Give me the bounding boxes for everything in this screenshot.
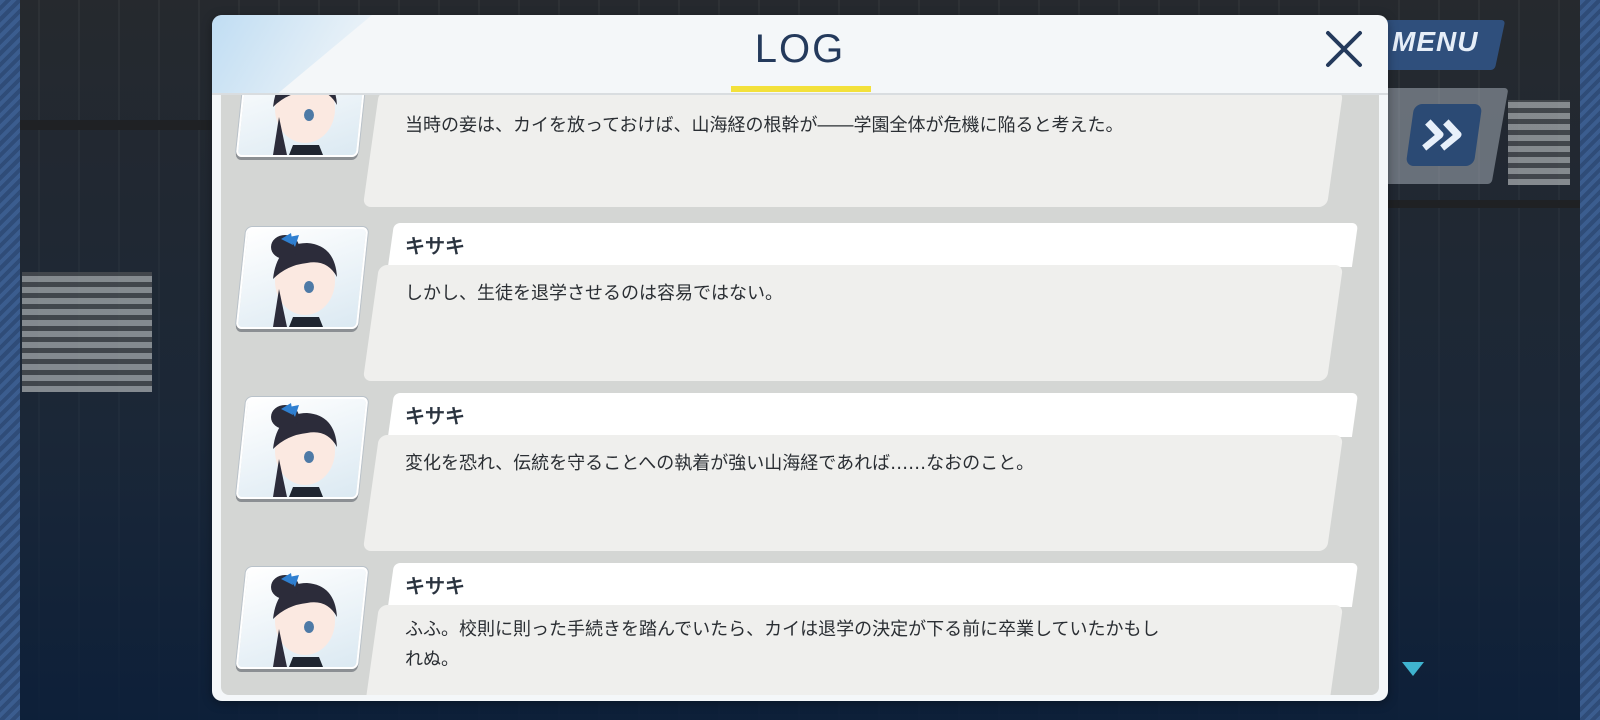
speaker-name-bar: [387, 223, 1359, 267]
speaker-avatar: [235, 567, 369, 669]
speaker-name: キサキ: [405, 574, 465, 598]
title-underline: [731, 86, 871, 92]
fast-forward-icon: [1422, 119, 1462, 151]
message-text: 当時の妾は、カイを放っておけば、山海経の根幹が――学園全体が危機に陥ると考えた。: [405, 115, 1124, 136]
warehouse-beam: [1380, 200, 1580, 208]
warehouse-window: [1508, 100, 1570, 185]
warehouse-beam: [20, 120, 220, 130]
speaker-name: キサキ: [405, 404, 465, 428]
log-list[interactable]: 当時の妾は、カイを放っておけば、山海経の根幹が――学園全体が危機に陥ると考えた。…: [221, 95, 1379, 695]
warehouse-window: [22, 272, 152, 392]
close-icon: [1326, 31, 1362, 67]
speaker-avatar: [235, 95, 369, 157]
speaker-name-bar: [387, 393, 1359, 437]
menu-label: MENU: [1392, 26, 1479, 57]
close-button[interactable]: [1322, 27, 1366, 71]
log-entry: 当時の妾は、カイを放っておけば、山海経の根幹が――学園全体が危機に陥ると考えた。: [221, 95, 1379, 215]
left-border-stripes: [0, 0, 20, 720]
message-text: ふふ。校則に則った手続きを踏んでいたら、カイは退学の決定が下る前に卒業していたか…: [405, 619, 1160, 670]
speaker-avatar: [235, 397, 369, 499]
fast-forward-button[interactable]: [1405, 104, 1483, 166]
speaker-name: キサキ: [405, 234, 465, 258]
log-entry: キサキ 変化を恐れ、伝統を守ることへの執着が強い山海経であれば……なおのこと。: [221, 393, 1379, 553]
speaker-avatar: [235, 227, 369, 329]
right-border-stripes: [1580, 0, 1600, 720]
message-text: 変化を恐れ、伝統を守ることへの執着が強い山海経であれば……なおのこと。: [405, 453, 1035, 474]
log-entry: キサキ しかし、生徒を退学させるのは容易ではない。: [221, 223, 1379, 383]
message-text: しかし、生徒を退学させるのは容易ではない。: [405, 283, 783, 304]
speaker-name-bar: [387, 563, 1359, 607]
log-dialog: LOG 当時の妾は、カイを放っておけば、山海経の根幹が――学園全体が危機に陥ると…: [212, 15, 1388, 701]
log-header: LOG: [212, 15, 1388, 95]
next-indicator-icon: [1402, 662, 1424, 676]
log-entry: キサキ ふふ。校則に則った手続きを踏んでいたら、カイは退学の決定が下る前に卒業し…: [221, 563, 1379, 695]
log-title: LOG: [754, 27, 846, 71]
